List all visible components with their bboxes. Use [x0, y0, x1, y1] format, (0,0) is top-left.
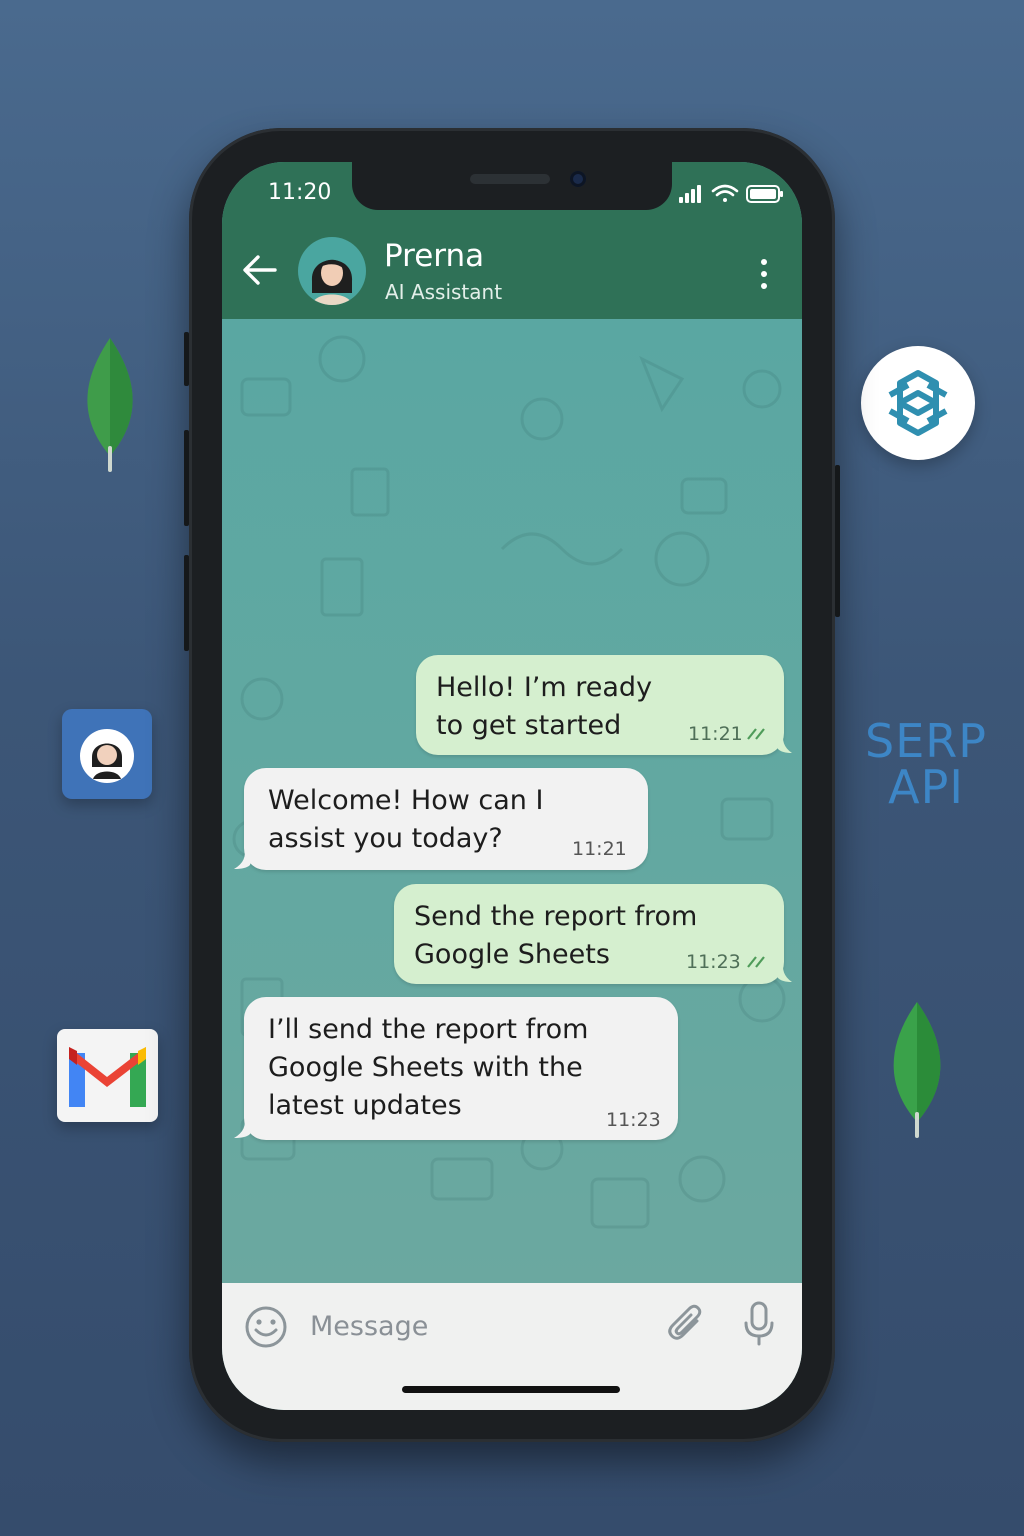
attach-icon[interactable] [667, 1303, 705, 1347]
status-bar-time: 11:20 [268, 180, 332, 205]
status-bar-icons [679, 184, 783, 203]
home-indicator[interactable] [402, 1386, 620, 1393]
chat-header: 11:20 Prerna AI Assistant [222, 162, 802, 319]
battery-icon [746, 185, 783, 203]
more-vertical-icon[interactable] [758, 257, 770, 291]
read-receipt-icon [747, 728, 765, 740]
phone-volume-up [184, 430, 189, 526]
message-time: 11:21 [688, 723, 743, 745]
phone-screen: Hello! I’m ready to get started 11:21 We… [222, 162, 802, 1410]
message-text: I’ll send the report from Google Sheets … [268, 1014, 589, 1121]
mongodb-leaf-icon-right [893, 1002, 941, 1138]
bubble-tail [774, 960, 792, 982]
emoji-icon[interactable] [244, 1305, 288, 1349]
chat-area[interactable]: Hello! I’m ready to get started 11:21 We… [222, 319, 802, 1283]
phone-power-button [835, 465, 840, 617]
phone-silent-switch [184, 332, 189, 386]
message-time: 11:23 [606, 1109, 661, 1131]
contact-name[interactable]: Prerna [384, 238, 484, 274]
message-input[interactable] [308, 1305, 652, 1347]
message-text: Welcome! How can I assist you today? [268, 785, 544, 854]
bubble-tail [234, 1116, 254, 1138]
phone-notch [352, 162, 672, 210]
bubble-tail [234, 847, 254, 869]
gmail-icon [57, 1029, 158, 1122]
openai-logo-icon [861, 346, 975, 460]
mongodb-leaf-icon-left [87, 338, 133, 472]
phone-volume-down [184, 555, 189, 651]
message-time: 11:23 [686, 951, 741, 973]
serp-line2: API [888, 760, 964, 814]
back-arrow-icon[interactable] [242, 252, 278, 288]
speaker-grill [470, 174, 550, 184]
read-receipt-icon [747, 956, 765, 968]
front-camera [570, 171, 586, 187]
serp-line1: SERP [865, 714, 987, 768]
mic-icon[interactable] [742, 1301, 776, 1347]
message-time: 11:21 [572, 838, 627, 860]
contact-subtitle: AI Assistant [385, 280, 503, 304]
message-bubble-incoming[interactable]: I’ll send the report from Google Sheets … [244, 997, 678, 1140]
message-bubble-outgoing[interactable]: Send the report from Google Sheets 11:23 [394, 884, 784, 984]
message-bubble-outgoing[interactable]: Hello! I’m ready to get started 11:21 [416, 655, 784, 755]
avatar[interactable] [298, 237, 366, 305]
bubble-tail [774, 731, 792, 753]
message-bubble-incoming[interactable]: Welcome! How can I assist you today? 11:… [244, 768, 648, 870]
wifi-icon [711, 184, 739, 202]
message-text: Hello! I’m ready to get started [436, 672, 653, 741]
message-text: Send the report from Google Sheets [414, 901, 698, 970]
signal-icon [679, 185, 701, 203]
serp-api-logo: SERP API [846, 718, 1006, 810]
contact-app-icon [62, 709, 152, 799]
